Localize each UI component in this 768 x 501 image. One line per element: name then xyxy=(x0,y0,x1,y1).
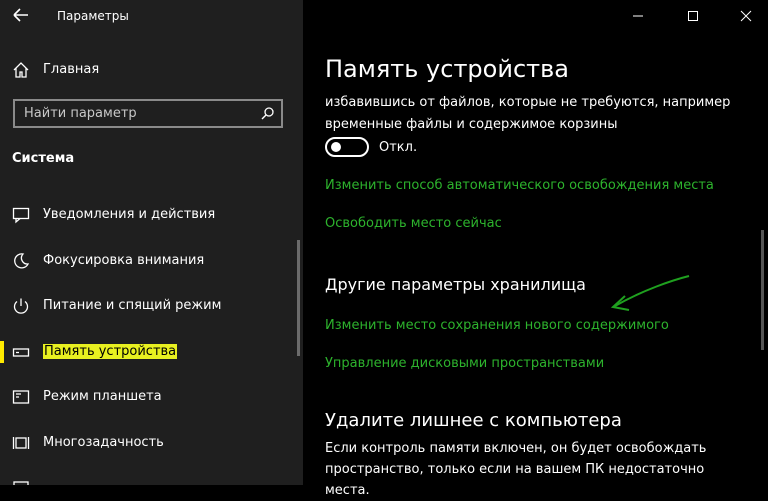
tablet-icon xyxy=(12,390,30,404)
back-button[interactable] xyxy=(10,4,32,26)
sidebar-item-label: Фокусировка внимания xyxy=(43,253,205,268)
other-storage-heading: Другие параметры хранилища xyxy=(325,275,586,294)
message-icon xyxy=(12,207,30,224)
back-arrow-icon xyxy=(13,8,28,22)
sidebar-item-label: Уведомления и действия xyxy=(43,207,216,222)
sidebar-item-multitasking[interactable]: Многозадачность xyxy=(0,427,300,459)
sidebar-item-partial[interactable] xyxy=(0,472,300,485)
toggle-state-label: Откл. xyxy=(379,140,418,155)
storage-icon xyxy=(12,348,30,357)
search-placeholder: Найти параметр xyxy=(24,106,137,121)
sidebar-item-label: Режим планшета xyxy=(43,389,162,404)
sidebar-item-label: Память устройства xyxy=(43,344,178,359)
active-indicator xyxy=(0,341,4,363)
highlighted-label: Память устройства xyxy=(43,344,178,359)
manage-storage-spaces-link[interactable]: Управление дисковыми пространствами xyxy=(325,356,604,371)
home-icon xyxy=(13,62,29,78)
moon-icon xyxy=(14,253,30,269)
change-auto-free-link[interactable]: Изменить способ автоматического освобожд… xyxy=(325,178,714,193)
minimize-button[interactable] xyxy=(628,6,648,26)
annotation-arrow-icon xyxy=(610,275,690,311)
sidebar-scrollbar[interactable] xyxy=(297,240,300,356)
maximize-icon xyxy=(688,11,698,21)
sidebar-item-storage[interactable]: Память устройства xyxy=(0,336,300,368)
sidebar-item-home-label: Главная xyxy=(43,62,100,77)
title-bar: Параметры xyxy=(0,0,303,32)
sidebar-item-power[interactable]: Питание и спящий режим xyxy=(0,290,300,322)
sidebar: Параметры Главная Найти параметр Система… xyxy=(0,0,303,485)
storage-sense-description: избавившись от файлов, которые не требую… xyxy=(325,95,731,132)
remove-clutter-heading: Удалите лишнее с компьютера xyxy=(325,410,622,431)
page-title: Память устройства xyxy=(325,55,569,83)
multitask-icon xyxy=(12,437,30,449)
main-content: Память устройства избавившись от файлов,… xyxy=(303,0,768,498)
sidebar-item-focus-assist[interactable]: Фокусировка внимания xyxy=(0,245,300,277)
window-controls xyxy=(608,0,768,32)
minimize-icon xyxy=(633,15,643,17)
search-input[interactable]: Найти параметр xyxy=(13,99,283,128)
maximize-button[interactable] xyxy=(683,6,703,26)
sidebar-item-label: Питание и спящий режим xyxy=(43,298,222,313)
free-space-now-link[interactable]: Освободить место сейчас xyxy=(325,216,502,231)
remove-clutter-description: Если контроль памяти включен, он будет о… xyxy=(325,441,707,498)
change-save-location-link[interactable]: Изменить место сохранения нового содержи… xyxy=(325,318,669,333)
sidebar-item-notifications[interactable]: Уведомления и действия xyxy=(0,199,300,231)
sidebar-item-home[interactable]: Главная xyxy=(12,60,282,80)
storage-sense-toggle[interactable] xyxy=(325,137,369,157)
toggle-knob xyxy=(331,142,341,152)
power-icon xyxy=(13,298,29,314)
close-button[interactable] xyxy=(736,6,756,26)
sidebar-item-tablet[interactable]: Режим планшета xyxy=(0,381,300,413)
close-icon xyxy=(740,10,752,22)
main-scrollbar[interactable] xyxy=(761,230,764,350)
search-icon[interactable] xyxy=(261,106,275,120)
projector-icon xyxy=(13,481,29,485)
app-title: Параметры xyxy=(57,9,129,23)
section-title: Система xyxy=(12,151,75,166)
sidebar-item-label: Многозадачность xyxy=(43,435,164,450)
